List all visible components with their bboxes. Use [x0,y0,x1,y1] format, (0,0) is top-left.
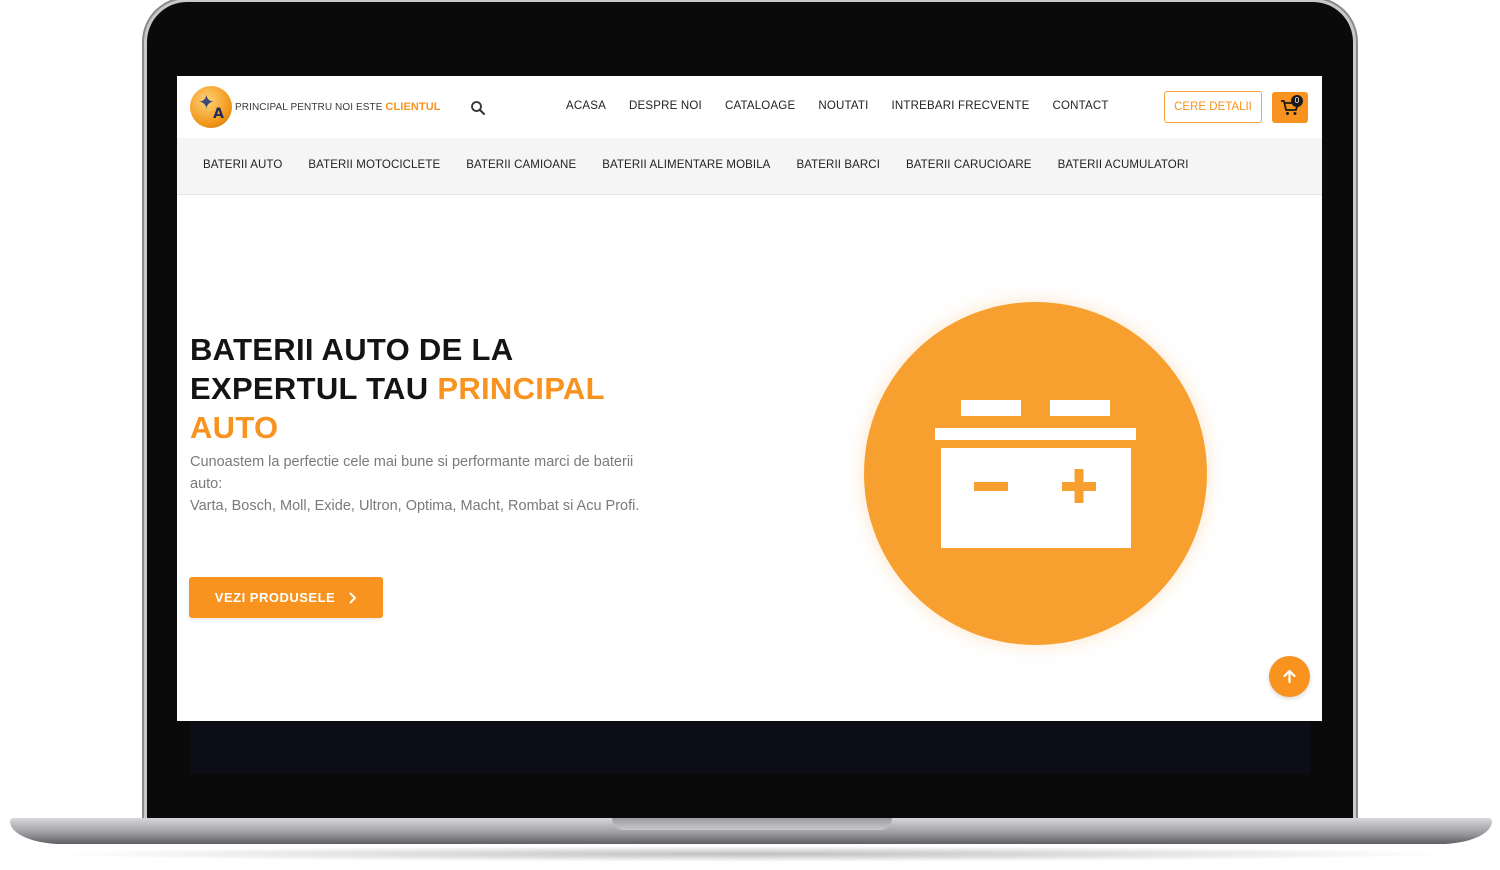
main-nav: ACASA DESPRE NOI CATALOAGE NOUTATI INTRE… [566,100,1132,112]
hero-desc-line2: Varta, Bosch, Moll, Exide, Ultron, Optim… [190,498,640,514]
category-baterii-acumulatori[interactable]: BATERII ACUMULATORI [1058,159,1189,171]
site-header: ✦ A PRINCIPAL PENTRU NOI ESTE CLIENTUL A… [177,76,1322,138]
cart-count-badge: 0 [1291,95,1303,107]
logo-letter: A [213,106,224,122]
site-logo[interactable]: ✦ A [190,86,232,128]
hero-title-line1: BATERII AUTO DE LA [190,332,514,367]
category-baterii-carucioare[interactable]: BATERII CARUCIOARE [906,159,1032,171]
scroll-to-top-button[interactable] [1269,656,1310,697]
tagline-prefix: PRINCIPAL PENTRU NOI ESTE [235,102,383,113]
hero-description: Cunoastem la perfectie cele mai bune si … [190,451,650,517]
arrow-up-icon [1283,669,1296,684]
category-baterii-camioane[interactable]: BATERII CAMIOANE [466,159,576,171]
hero-illustration [864,302,1207,645]
nav-despre-noi[interactable]: DESPRE NOI [629,100,702,112]
laptop-shadow [40,846,1460,862]
hero-desc-line1: Cunoastem la perfectie cele mai bune si … [190,454,634,492]
tagline-highlight: CLIENTUL [385,101,441,113]
cere-detalii-button[interactable]: CERE DETALII [1164,91,1262,123]
cart-button[interactable]: 0 [1272,92,1308,123]
hero-title-line2: EXPERTUL TAU [190,371,429,406]
category-baterii-motociclete[interactable]: BATERII MOTOCICLETE [308,159,440,171]
screen-bezel-strip [190,722,1310,774]
category-baterii-alimentare-mobila[interactable]: BATERII ALIMENTARE MOBILA [602,159,770,171]
nav-intrebari-frecvente[interactable]: INTREBARI FRECVENTE [892,100,1030,112]
hero-title: BATERII AUTO DE LA EXPERTUL TAU PRINCIPAL… [190,330,670,447]
laptop-notch [612,818,892,830]
nav-noutati[interactable]: NOUTATI [818,100,868,112]
category-nav: BATERII AUTO BATERII MOTOCICLETE BATERII… [177,138,1322,195]
battery-icon [935,400,1136,548]
nav-cataloage[interactable]: CATALOAGE [725,100,795,112]
vezi-produsele-label: VEZI PRODUSELE [214,590,336,605]
site-tagline: PRINCIPAL PENTRU NOI ESTE CLIENTUL [235,101,441,113]
nav-acasa[interactable]: ACASA [566,100,606,112]
browser-screen: ✦ A PRINCIPAL PENTRU NOI ESTE CLIENTUL A… [177,76,1322,721]
chevron-right-icon [349,592,357,603]
nav-contact[interactable]: CONTACT [1052,100,1108,112]
category-baterii-barci[interactable]: BATERII BARCI [796,159,880,171]
search-icon[interactable] [470,100,486,116]
category-baterii-auto[interactable]: BATERII AUTO [203,159,282,171]
vezi-produsele-button[interactable]: VEZI PRODUSELE [189,577,383,618]
